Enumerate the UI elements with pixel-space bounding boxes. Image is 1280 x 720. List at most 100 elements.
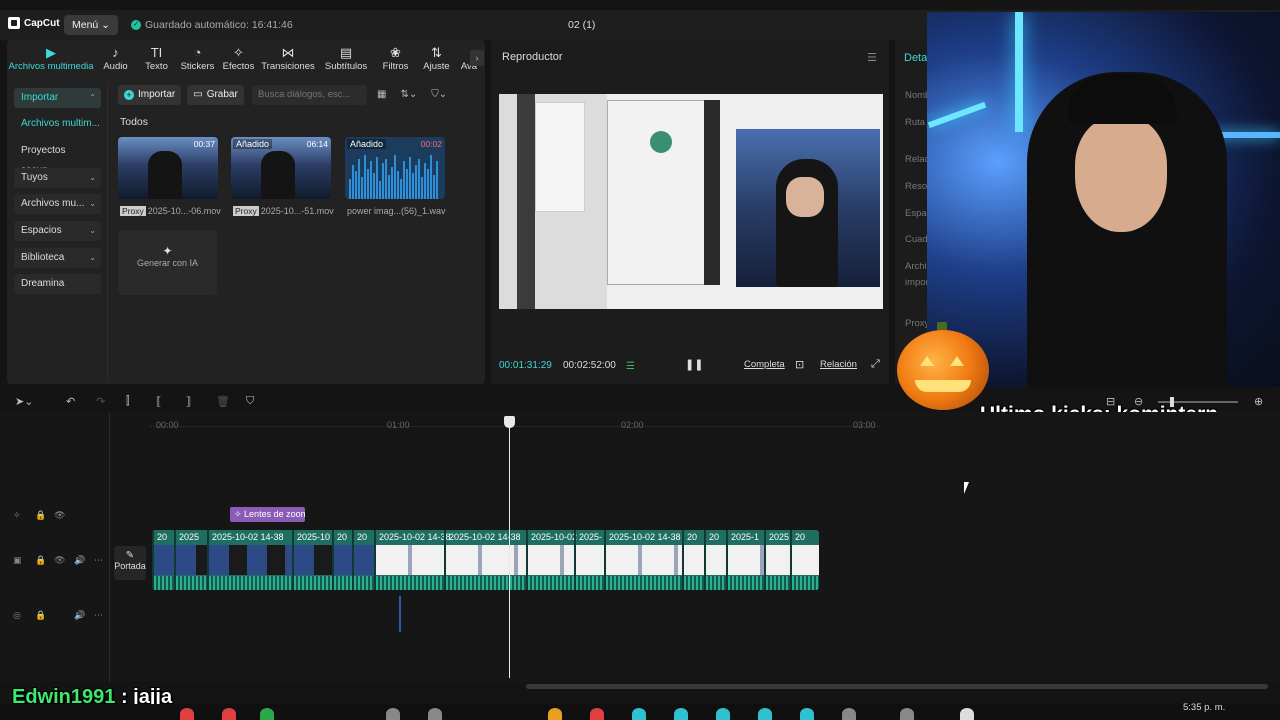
lock-icon[interactable]: 🔒	[35, 555, 46, 566]
zoom-slider-handle[interactable]	[1170, 397, 1174, 407]
eye-icon[interactable]: 👁	[54, 510, 65, 521]
tab-effects[interactable]: ✧ Efectos	[218, 40, 259, 76]
timeline-clip[interactable]: 2025	[174, 530, 207, 590]
tab-stickers[interactable]: ◔ Stickers	[177, 40, 218, 76]
split-left-icon[interactable]: ⟦	[156, 395, 161, 408]
sort-icon[interactable]: ⇅⌄	[400, 89, 417, 100]
sidebar-item-dreamina[interactable]: Dreamina	[14, 274, 101, 294]
taskbar-app-icon[interactable]	[260, 708, 274, 720]
timeline-clip[interactable]: 2025-10-02	[526, 530, 578, 590]
redo-icon[interactable]: ↷	[96, 395, 105, 408]
zoom-in-icon[interactable]: ⊕	[1254, 395, 1263, 408]
select-tool-icon[interactable]: ➤⌄	[15, 395, 33, 408]
timeline-clip[interactable]: 2025-10-02 14-38	[444, 530, 526, 590]
project-title[interactable]: 02 (1)	[568, 19, 595, 31]
taskbar-app-icon[interactable]	[180, 708, 194, 720]
timeline-clip[interactable]: 2025-10	[292, 530, 332, 590]
screenshot-icon[interactable]: ⊡	[795, 358, 804, 371]
fullscreen-icon[interactable]: ⤢	[871, 358, 880, 371]
timeline-clip[interactable]: 20	[352, 530, 374, 590]
zoom-out-icon[interactable]: ⊖	[1134, 395, 1143, 408]
delete-icon[interactable]: 🗑	[216, 395, 230, 408]
timeline-clip[interactable]: 2025-10-02 14-38	[374, 530, 451, 590]
taskbar-app-icon[interactable]	[590, 708, 604, 720]
sidebar-item-yours[interactable]: Tuyos ⌄	[14, 168, 101, 188]
timeline-clip[interactable]: 20	[790, 530, 819, 590]
bars-icon[interactable]: ☰	[626, 361, 635, 372]
taskbar-app-icon[interactable]	[428, 708, 442, 720]
tab-adjust[interactable]: ⇅ Ajuste	[416, 40, 457, 76]
timeline-clip[interactable]: 2025	[764, 530, 790, 590]
sidebar-item-media-files[interactable]: Archivos multim...	[14, 114, 101, 134]
timeline-clip[interactable]: 20	[682, 530, 704, 590]
filter-icon[interactable]: ⛉⌄	[431, 89, 447, 100]
chevron-right-icon[interactable]: ›	[470, 50, 484, 66]
lock-icon[interactable]: 🔒	[35, 610, 46, 621]
taskbar-app-icon[interactable]	[960, 708, 974, 720]
taskbar-app-icon[interactable]	[800, 708, 814, 720]
full-quality-button[interactable]: Completa	[744, 359, 785, 370]
generate-ai-button[interactable]: ✦ Generar con IA	[118, 230, 217, 295]
menu-icon[interactable]: ☰	[867, 51, 877, 64]
sidebar-item-media-archive[interactable]: Archivos mu... ⌄	[14, 194, 101, 214]
taskbar-clock: 5:35 p. m.	[1183, 702, 1226, 713]
pause-button[interactable]: ❚❚	[685, 358, 703, 371]
tab-filters[interactable]: ❀ Filtros	[375, 40, 416, 76]
video-preview[interactable]	[499, 94, 883, 309]
wave-bar	[358, 159, 360, 199]
media-clip-2[interactable]: Añadido 06:14	[231, 137, 331, 199]
split-right-icon[interactable]: ⟧	[186, 395, 191, 408]
tab-subtitles[interactable]: ▤ Subtítulos	[317, 40, 375, 76]
timeline-clip[interactable]: 2025-10-02 14-38	[207, 530, 292, 590]
taskbar-app-icon[interactable]	[386, 708, 400, 720]
sidebar-item-import[interactable]: Importar ⌃	[14, 88, 101, 108]
volume-icon[interactable]: 🔊	[74, 610, 85, 621]
taskbar-app-icon[interactable]	[674, 708, 688, 720]
timeline-clip[interactable]: 20	[704, 530, 726, 590]
split-icon[interactable]: ⫿	[126, 395, 130, 408]
timeline-clip[interactable]: 20	[332, 530, 352, 590]
playhead-handle[interactable]	[504, 416, 515, 428]
timeline-clip[interactable]: 2025-1	[726, 530, 764, 590]
sidebar-item-secondary-projects[interactable]: Proyectos secun...	[14, 141, 101, 176]
timeline-scrollbar[interactable]	[526, 684, 1268, 689]
volume-icon[interactable]: 🔊	[74, 555, 85, 566]
playhead[interactable]	[509, 416, 510, 678]
menu-button[interactable]: Menú ⌄	[64, 15, 118, 35]
tab-text[interactable]: TI Texto	[136, 40, 177, 76]
effect-clip[interactable]: ✧ Lentes de zoom	[230, 507, 305, 522]
video-track[interactable]: 20 2025 2025-10-02 14-38 2025-10 20 20 2025-10…	[152, 530, 819, 590]
media-clip-3[interactable]: Añadido 00:02	[345, 137, 445, 199]
timeline-clip[interactable]: 2025-10-02 14-38	[604, 530, 682, 590]
tab-audio[interactable]: ♪ Audio	[95, 40, 136, 76]
import-button[interactable]: + Importar	[118, 85, 182, 105]
taskbar-app-icon[interactable]	[632, 708, 646, 720]
more-icon[interactable]: ⋯	[94, 610, 103, 621]
sidebar-item-spaces[interactable]: Espacios ⌄	[14, 221, 101, 241]
preview-axis-icon[interactable]: ⊟	[1106, 395, 1115, 408]
eye-icon[interactable]: 👁	[54, 555, 65, 566]
cover-button[interactable]: ✎ Portada	[114, 546, 146, 580]
timeline-clip[interactable]: 2025-	[574, 530, 604, 590]
marker-icon[interactable]: ⛉	[246, 395, 254, 408]
sidebar-item-library[interactable]: Biblioteca ⌄	[14, 248, 101, 268]
grid-view-icon[interactable]: ▦	[377, 89, 386, 100]
ratio-button[interactable]: Relación	[820, 359, 857, 370]
clip-label: 2025-10-02	[531, 532, 578, 542]
media-clip-1[interactable]: 00:37	[118, 137, 218, 199]
timeline-clip[interactable]: 20	[152, 530, 174, 590]
taskbar-app-icon[interactable]	[758, 708, 772, 720]
taskbar-app-icon[interactable]	[842, 708, 856, 720]
more-icon[interactable]: ⋯	[94, 555, 103, 566]
search-input[interactable]	[252, 85, 367, 105]
record-button[interactable]: ▭ Grabar	[187, 85, 244, 105]
taskbar-app-icon[interactable]	[716, 708, 730, 720]
tab-transitions[interactable]: ⋈ Transiciones	[259, 40, 317, 76]
lock-icon[interactable]: 🔒	[35, 510, 46, 521]
taskbar-app-icon[interactable]	[222, 708, 236, 720]
taskbar-app-icon[interactable]	[548, 708, 562, 720]
tab-media[interactable]: ▶ Archivos multimedia	[7, 40, 95, 76]
track-marker	[399, 596, 401, 632]
undo-icon[interactable]: ↶	[66, 395, 75, 408]
taskbar-app-icon[interactable]	[900, 708, 914, 720]
